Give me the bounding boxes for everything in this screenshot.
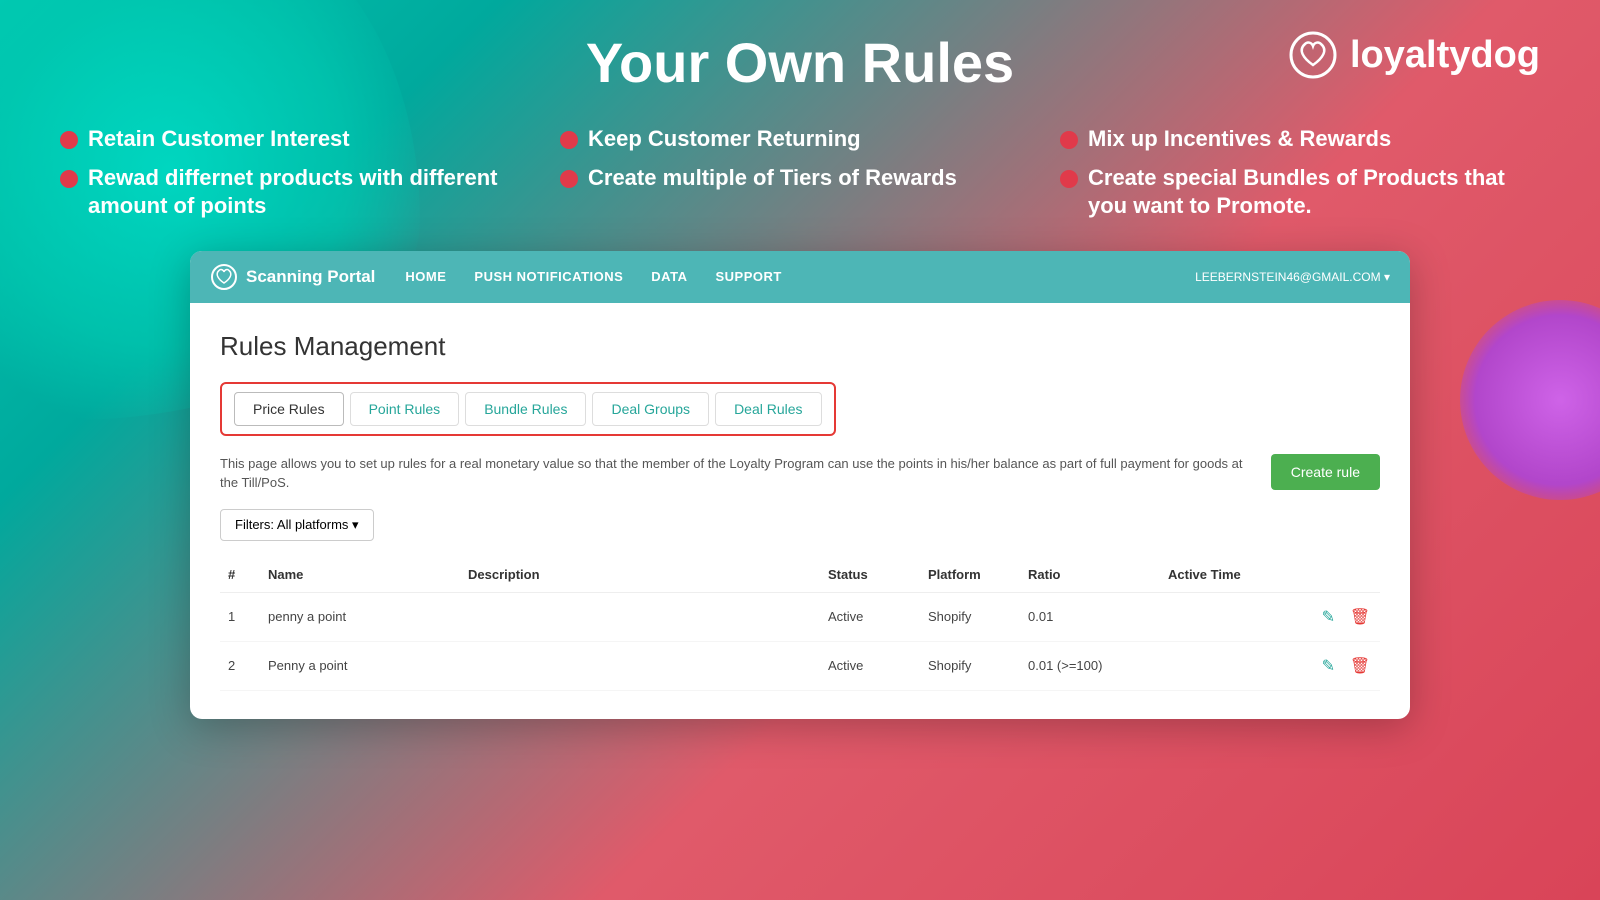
filter-button[interactable]: Filters: All platforms ▾ xyxy=(220,509,374,541)
row2-num: 2 xyxy=(220,641,260,690)
row1-status: Active xyxy=(820,592,920,641)
col-header-ratio: Ratio xyxy=(1020,557,1160,593)
row2-active-time xyxy=(1160,641,1300,690)
feature-item-1: Retain Customer Interest xyxy=(60,125,540,154)
row1-name: penny a point xyxy=(260,592,460,641)
tabs-container: Price Rules Point Rules Bundle Rules Dea… xyxy=(220,382,836,436)
col-header-actions xyxy=(1300,557,1380,593)
table-body: 1 penny a point Active Shopify 0.01 ✎ 🗑 xyxy=(220,592,1380,690)
row1-delete-icon[interactable]: 🗑 xyxy=(1348,605,1372,629)
col-header-status: Status xyxy=(820,557,920,593)
bullet-4 xyxy=(60,170,78,188)
bullet-6 xyxy=(1060,170,1078,188)
row2-platform: Shopify xyxy=(920,641,1020,690)
col-header-name: Name xyxy=(260,557,460,593)
nav-link-support[interactable]: SUPPORT xyxy=(715,269,781,284)
nav-user[interactable]: LEEBERNSTEIN46@GMAIL.COM ▾ xyxy=(1195,270,1390,284)
feature-text-4: Rewad differnet products with different … xyxy=(88,164,540,221)
rules-management-heading: Rules Management xyxy=(220,331,1380,362)
feature-text-3: Mix up Incentives & Rewards xyxy=(1088,125,1391,154)
nav-brand-icon xyxy=(210,263,238,291)
feature-item-6: Create special Bundles of Products that … xyxy=(1060,164,1540,221)
feature-item-2: Keep Customer Returning xyxy=(560,125,1040,154)
page-title: Your Own Rules xyxy=(586,30,1014,95)
row2-delete-icon[interactable]: 🗑 xyxy=(1348,654,1372,678)
col-header-num: # xyxy=(220,557,260,593)
tab-deal-groups[interactable]: Deal Groups xyxy=(592,392,709,426)
row1-active-time xyxy=(1160,592,1300,641)
row2-name: Penny a point xyxy=(260,641,460,690)
nav-link-push[interactable]: PUSH NOTIFICATIONS xyxy=(474,269,623,284)
feature-text-1: Retain Customer Interest xyxy=(88,125,350,154)
table-row: 1 penny a point Active Shopify 0.01 ✎ 🗑 xyxy=(220,592,1380,641)
description-row: This page allows you to set up rules for… xyxy=(220,454,1380,493)
row1-edit-icon[interactable]: ✎ xyxy=(1316,605,1340,629)
logo-area: loyaltydog xyxy=(1288,30,1540,80)
bullet-1 xyxy=(60,131,78,149)
table-header: # Name Description Status Platform Ratio… xyxy=(220,557,1380,593)
col-header-active-time: Active Time xyxy=(1160,557,1300,593)
row2-desc xyxy=(460,641,820,690)
tab-point-rules[interactable]: Point Rules xyxy=(350,392,460,426)
logo-icon xyxy=(1288,30,1338,80)
row2-ratio: 0.01 (>=100) xyxy=(1020,641,1160,690)
table-row: 2 Penny a point Active Shopify 0.01 (>=1… xyxy=(220,641,1380,690)
logo-text: loyaltydog xyxy=(1350,34,1540,77)
row2-actions: ✎ 🗑 xyxy=(1300,641,1380,690)
row1-desc xyxy=(460,592,820,641)
features-grid: Retain Customer Interest Keep Customer R… xyxy=(60,125,1540,221)
col-header-description: Description xyxy=(460,557,820,593)
feature-item-3: Mix up Incentives & Rewards xyxy=(1060,125,1540,154)
nav-brand-text: Scanning Portal xyxy=(246,267,375,287)
col-header-platform: Platform xyxy=(920,557,1020,593)
tab-bundle-rules[interactable]: Bundle Rules xyxy=(465,392,586,426)
row1-num: 1 xyxy=(220,592,260,641)
nav-brand: Scanning Portal xyxy=(210,263,375,291)
feature-item-5: Create multiple of Tiers of Rewards xyxy=(560,164,1040,221)
navbar: Scanning Portal HOME PUSH NOTIFICATIONS … xyxy=(190,251,1410,303)
create-rule-button[interactable]: Create rule xyxy=(1271,454,1380,490)
feature-text-2: Keep Customer Returning xyxy=(588,125,861,154)
nav-link-data[interactable]: DATA xyxy=(651,269,687,284)
rules-table: # Name Description Status Platform Ratio… xyxy=(220,557,1380,691)
feature-item-4: Rewad differnet products with different … xyxy=(60,164,540,221)
row2-edit-icon[interactable]: ✎ xyxy=(1316,654,1340,678)
row1-actions: ✎ 🗑 xyxy=(1300,592,1380,641)
main-content: Rules Management Price Rules Point Rules… xyxy=(190,303,1410,719)
app-window: Scanning Portal HOME PUSH NOTIFICATIONS … xyxy=(190,251,1410,719)
nav-links: HOME PUSH NOTIFICATIONS DATA SUPPORT xyxy=(405,269,1165,284)
tab-deal-rules[interactable]: Deal Rules xyxy=(715,392,821,426)
bullet-5 xyxy=(560,170,578,188)
bullet-3 xyxy=(1060,131,1078,149)
header: Your Own Rules loyaltydog xyxy=(60,30,1540,95)
row1-platform: Shopify xyxy=(920,592,1020,641)
row2-status: Active xyxy=(820,641,920,690)
feature-text-5: Create multiple of Tiers of Rewards xyxy=(588,164,957,193)
row1-ratio: 0.01 xyxy=(1020,592,1160,641)
feature-text-6: Create special Bundles of Products that … xyxy=(1088,164,1540,221)
nav-link-home[interactable]: HOME xyxy=(405,269,446,284)
tab-price-rules[interactable]: Price Rules xyxy=(234,392,344,426)
description-text: This page allows you to set up rules for… xyxy=(220,454,1251,493)
bullet-2 xyxy=(560,131,578,149)
